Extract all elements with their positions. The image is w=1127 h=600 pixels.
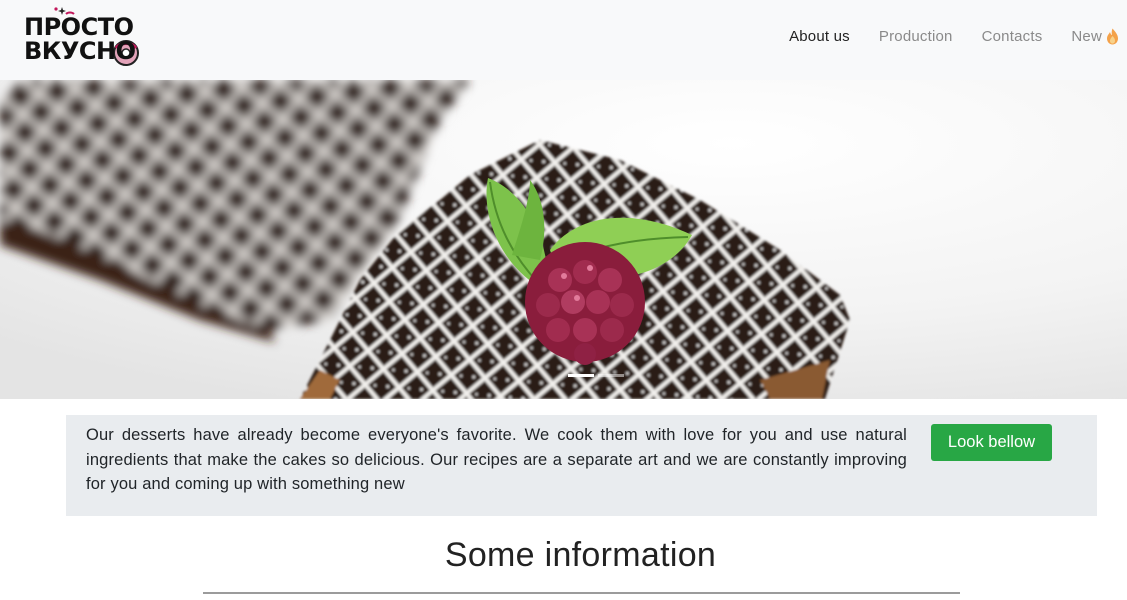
logo-text-line1: ПРОСТО [24,13,134,41]
brand-logo[interactable]: ПРОСТО ВКУСНО [22,6,142,70]
main-nav: About us Production Contacts New [760,0,1119,72]
hero-dessert-image [0,80,1127,399]
intro-text: Our desserts have already become everyon… [86,426,907,493]
nav-item-about-us[interactable]: About us [789,28,850,45]
fire-emoji-icon [1106,28,1119,45]
navbar: ПРОСТО ВКУСНО About us Production Contac… [0,0,1127,80]
carousel-indicators [568,374,624,377]
nav-item-production[interactable]: Production [879,28,953,45]
carousel-indicator-2[interactable] [598,374,624,377]
nav-item-new-label: New [1071,27,1102,45]
hero-carousel[interactable] [0,80,1127,399]
carousel-indicator-1[interactable] [568,374,594,377]
section-divider [203,592,960,594]
intro-box: Our desserts have already become everyon… [66,415,1097,516]
section-title: Some information [444,536,717,574]
look-below-button[interactable]: Look bellow [931,424,1052,461]
nav-item-new[interactable]: New [1071,28,1119,45]
nav-item-contacts[interactable]: Contacts [982,28,1043,45]
logo-text-line2: ВКУСНО [24,37,136,65]
